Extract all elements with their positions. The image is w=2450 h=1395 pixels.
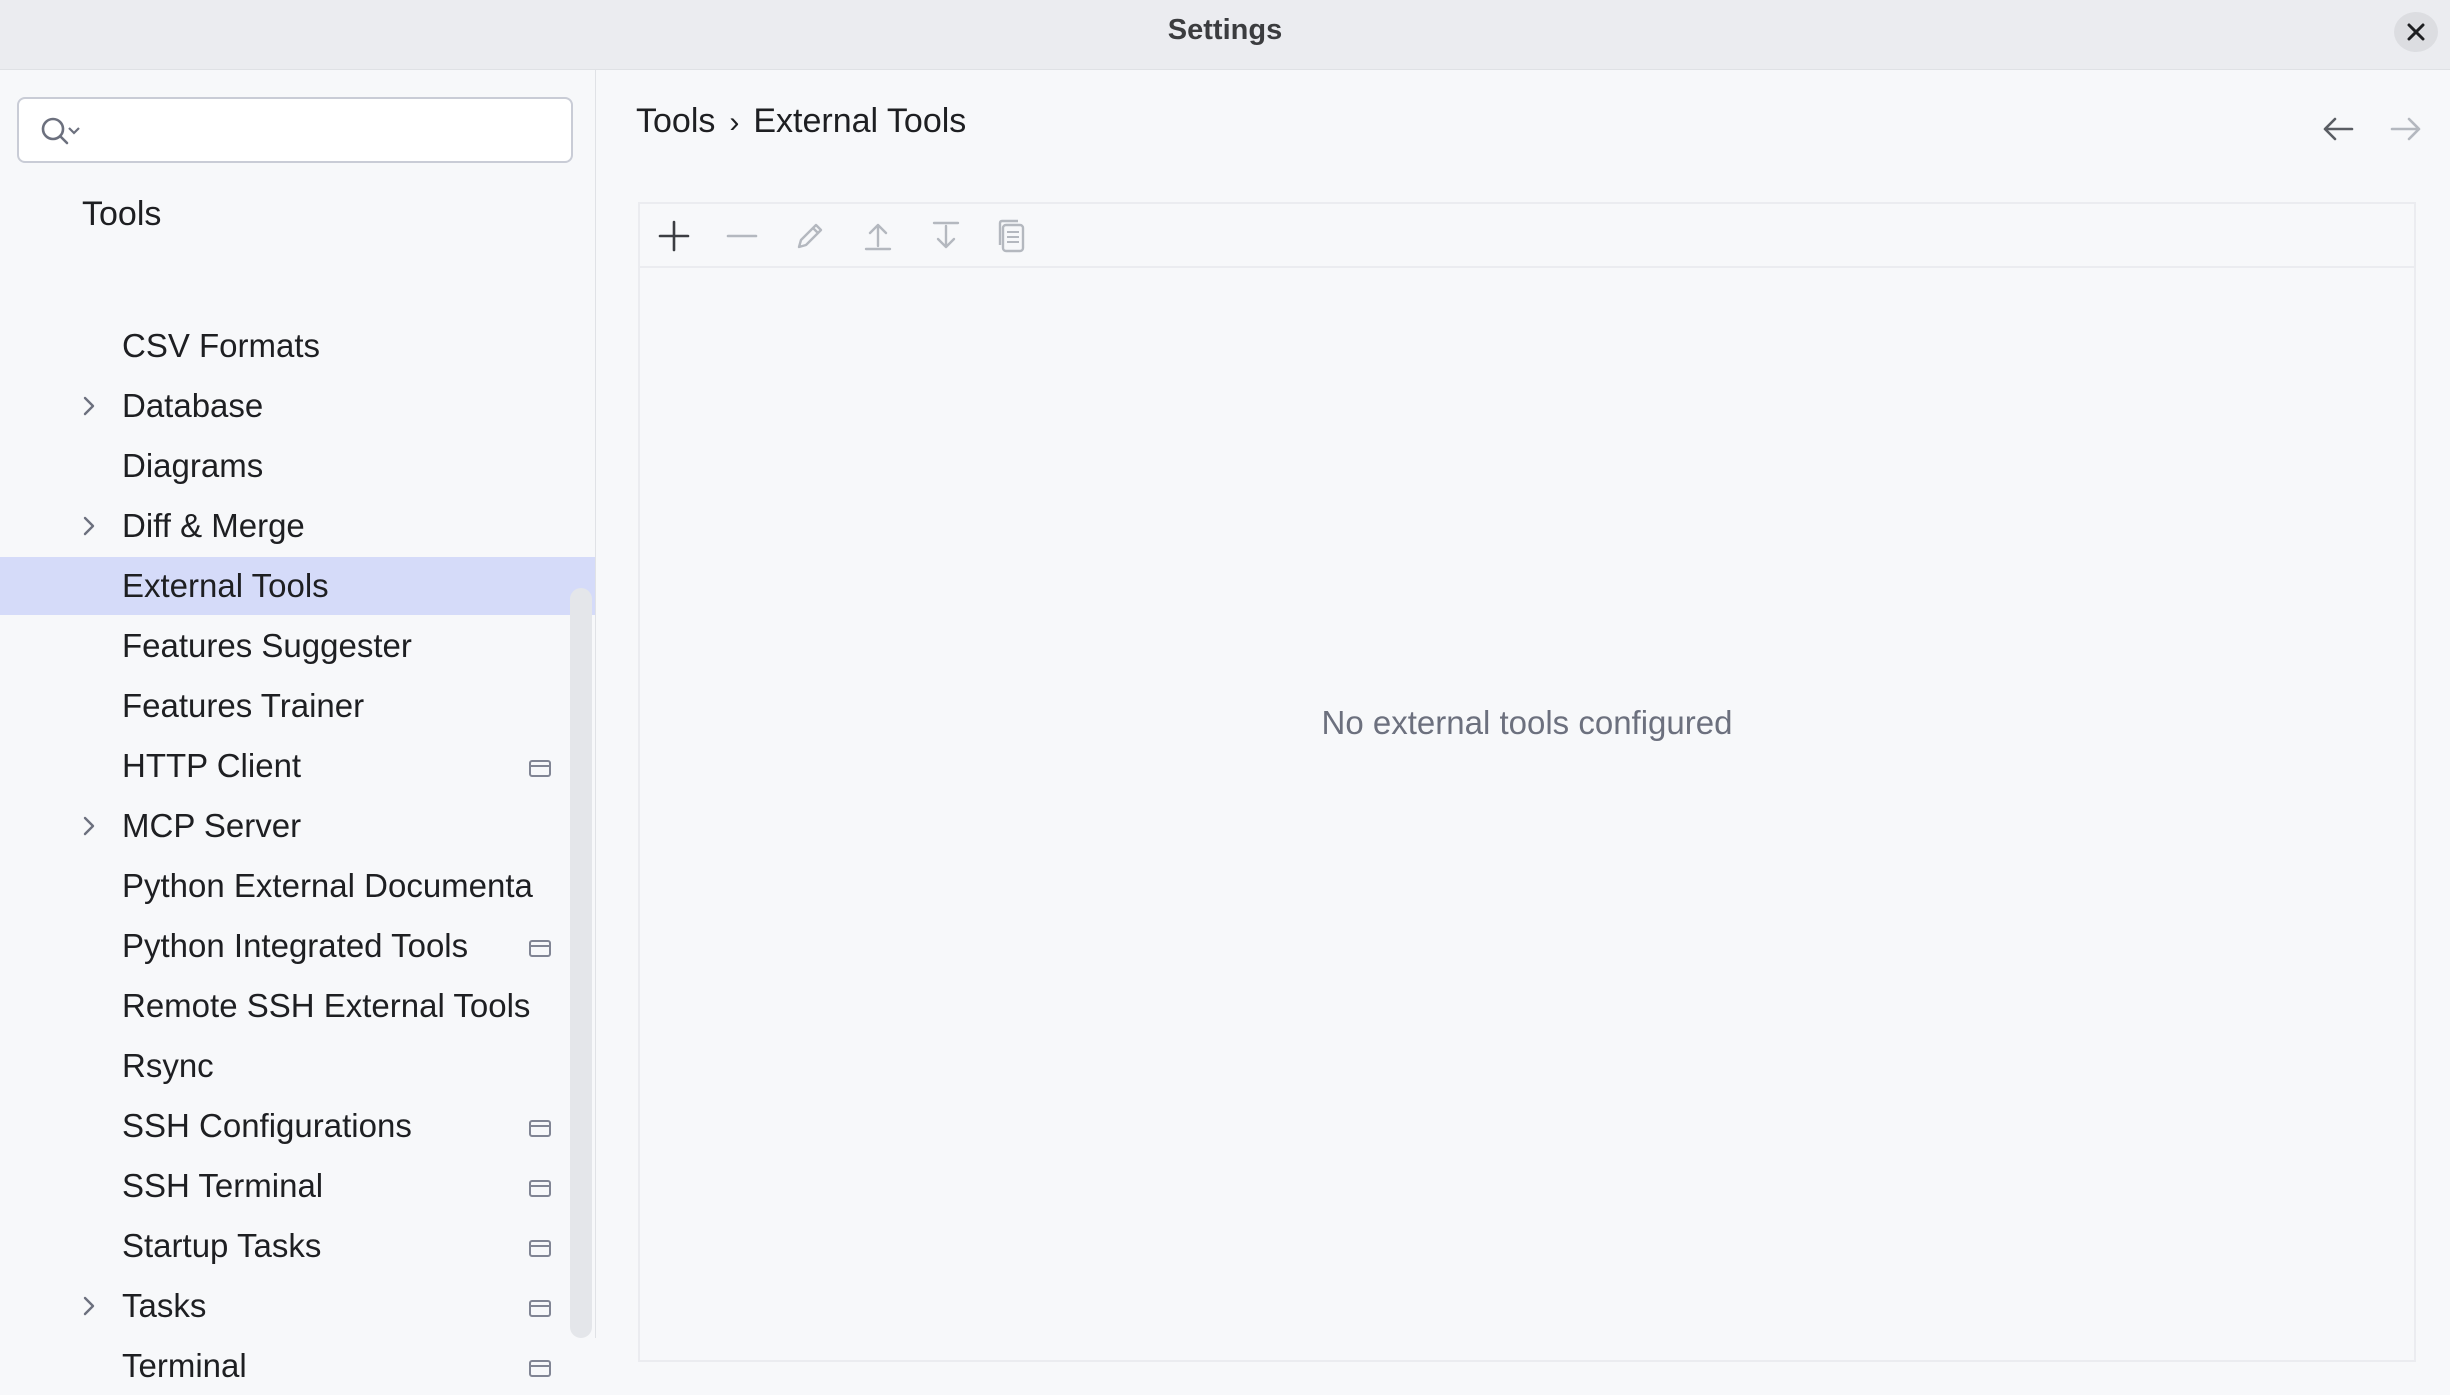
- non-default-settings-icon: [529, 1300, 551, 1317]
- search-input[interactable]: [89, 107, 563, 155]
- sidebar-item-label: CSV Formats: [122, 327, 321, 364]
- sidebar-item-label: Features Suggester: [122, 627, 412, 664]
- sidebar-scrollbar[interactable]: [570, 588, 592, 1338]
- close-button[interactable]: [2394, 12, 2438, 52]
- sidebar-item-database[interactable]: Database: [0, 377, 595, 435]
- external-tools-panel: No external tools configured: [638, 202, 2416, 1362]
- sidebar-item-label: Database: [122, 387, 264, 424]
- sidebar-item-mcp-server[interactable]: MCP Server: [0, 797, 595, 855]
- sidebar-item-label: Diff & Merge: [122, 507, 305, 544]
- sidebar-item-label: MCP Server: [122, 807, 302, 844]
- sidebar-item-label: Startup Tasks: [122, 1227, 322, 1264]
- search-icon: [41, 117, 80, 145]
- breadcrumb-current: External Tools: [753, 102, 967, 140]
- remove-icon: [726, 234, 758, 238]
- close-icon: [2407, 23, 2425, 41]
- sidebar-item-ssh-configurations[interactable]: SSH Configurations: [0, 1097, 595, 1155]
- non-default-settings-icon: [529, 1120, 551, 1137]
- sidebar-item-label: HTTP Client: [122, 747, 302, 784]
- arrow-right-icon: [2390, 117, 2421, 141]
- remove-button[interactable]: [722, 216, 762, 256]
- non-default-settings-icon: [529, 1360, 551, 1377]
- section-title-tools: Tools: [82, 195, 162, 233]
- main-panel: Tools › External Tools No external tools…: [596, 70, 2450, 1362]
- sidebar-item-label: Terminal: [122, 1347, 247, 1384]
- edit-icon: [797, 223, 823, 249]
- add-button[interactable]: [654, 216, 694, 256]
- empty-state-text: No external tools configured: [1321, 704, 1733, 741]
- forward-button[interactable]: [2388, 114, 2424, 149]
- copy-button[interactable]: [992, 216, 1032, 256]
- move-down-icon: [932, 221, 960, 249]
- non-default-settings-icon: [529, 1240, 551, 1257]
- search-field[interactable]: [17, 97, 573, 163]
- chevron-right-icon[interactable]: [80, 814, 98, 838]
- move-down-button[interactable]: [926, 216, 966, 256]
- sidebar-item-tasks[interactable]: Tasks: [0, 1277, 595, 1335]
- non-default-settings-icon: [529, 940, 551, 957]
- non-default-settings-icon: [529, 1180, 551, 1197]
- sidebar-item-python-integrated-tools[interactable]: Python Integrated Tools: [0, 917, 595, 975]
- sidebar-item-features-suggester[interactable]: Features Suggester: [0, 617, 595, 675]
- sidebar-item-label: SSH Configurations: [122, 1107, 412, 1144]
- sidebar-item-rsync[interactable]: Rsync: [0, 1037, 595, 1095]
- sidebar-item-label: Diagrams: [122, 447, 264, 484]
- sidebar-item-label: Remote SSH External Tools: [122, 987, 531, 1024]
- back-button[interactable]: [2320, 114, 2356, 149]
- arrow-left-icon: [2323, 117, 2354, 141]
- sidebar-item-terminal[interactable]: Terminal: [0, 1337, 595, 1395]
- sidebar-item-http-client[interactable]: HTTP Client: [0, 737, 595, 795]
- breadcrumb-separator: ›: [729, 106, 740, 139]
- sidebar-item-label: Tasks: [122, 1287, 207, 1324]
- sidebar-item-remote-ssh-external-tools[interactable]: Remote SSH External Tools: [0, 977, 595, 1035]
- sidebar-item-features-trainer[interactable]: Features Trainer: [0, 677, 595, 735]
- window-title: Settings: [1167, 14, 1283, 46]
- sidebar-item-label: SSH Terminal: [122, 1167, 324, 1204]
- add-icon: [658, 220, 690, 252]
- sidebar-item-diagrams[interactable]: Diagrams: [0, 437, 595, 495]
- sidebar-item-external-tools[interactable]: External Tools: [0, 557, 595, 615]
- edit-button[interactable]: [790, 216, 830, 256]
- sidebar-item-label: Python External Documenta: [122, 867, 533, 904]
- sidebar-item-diff-merge[interactable]: Diff & Merge: [0, 497, 595, 555]
- sidebar-item-label: Rsync: [122, 1047, 214, 1084]
- breadcrumb: Tools › External Tools: [636, 102, 966, 141]
- sidebar-item-startup-tasks[interactable]: Startup Tasks: [0, 1217, 595, 1275]
- chevron-right-icon[interactable]: [80, 394, 98, 418]
- chevron-right-icon[interactable]: [80, 1294, 98, 1318]
- sidebar-item-python-external-documenta[interactable]: Python External Documenta: [0, 857, 595, 915]
- sidebar-item-label: Features Trainer: [122, 687, 365, 724]
- sidebar-item-csv-formats[interactable]: CSV Formats: [0, 317, 595, 375]
- non-default-settings-icon: [529, 760, 551, 777]
- copy-icon: [998, 219, 1025, 253]
- tools-toolbar: [640, 204, 2414, 268]
- sidebar-item-label: External Tools: [122, 567, 329, 604]
- breadcrumb-parent[interactable]: Tools: [636, 102, 715, 140]
- sidebar-item-ssh-terminal[interactable]: SSH Terminal: [0, 1157, 595, 1215]
- settings-sidebar: Tools CSV Formats Database Diagrams Diff & …: [0, 70, 596, 1384]
- move-up-icon: [864, 223, 892, 251]
- move-up-button[interactable]: [858, 216, 898, 256]
- sidebar-item-label: Python Integrated Tools: [122, 927, 469, 964]
- title-bar: Settings: [0, 0, 2450, 70]
- chevron-right-icon[interactable]: [80, 514, 98, 538]
